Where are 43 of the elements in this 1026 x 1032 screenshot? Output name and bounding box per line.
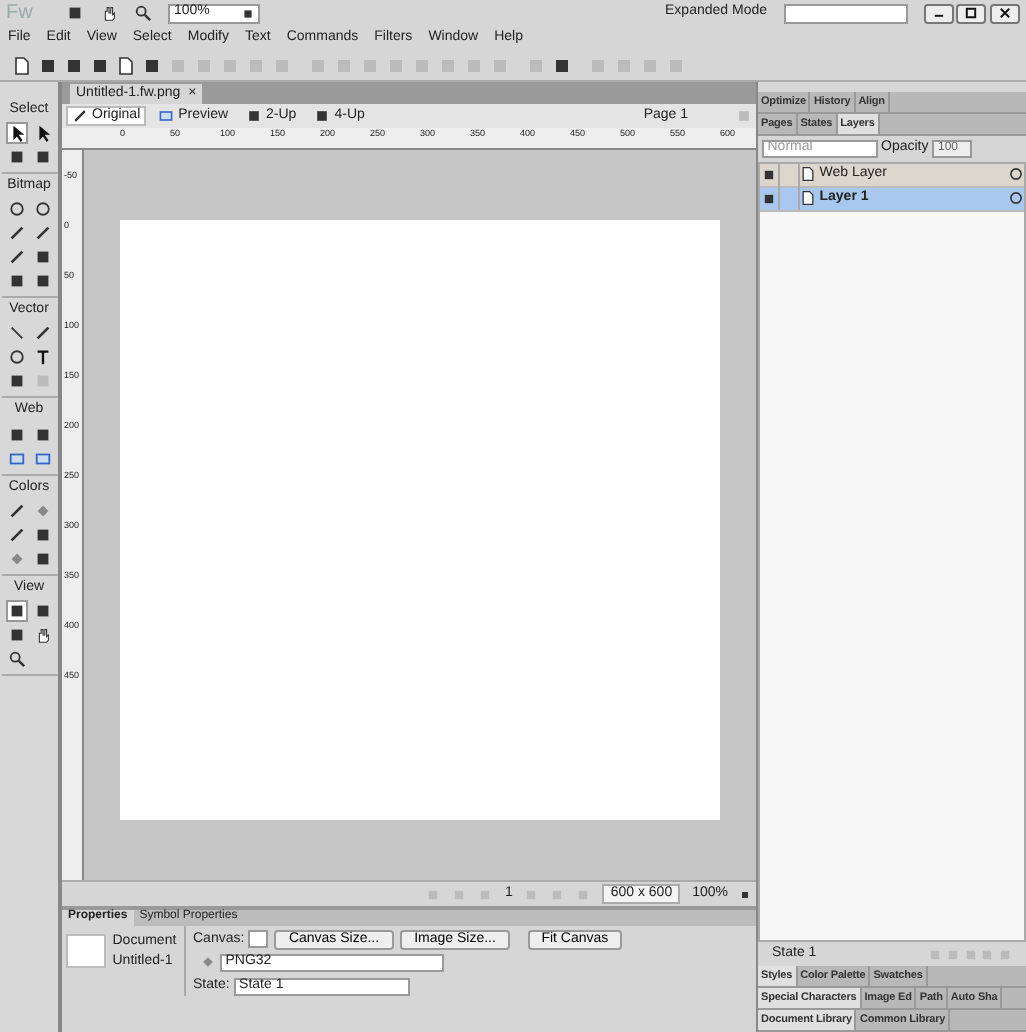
pen-icon[interactable]: [7, 501, 25, 520]
hand-icon[interactable]: [33, 625, 51, 644]
tool-icon[interactable]: [33, 272, 51, 291]
pen-icon[interactable]: [33, 324, 51, 343]
new-file-icon[interactable]: [12, 55, 32, 75]
canvas-color-swatch[interactable]: [247, 930, 268, 949]
text-tool-icon[interactable]: [33, 348, 51, 367]
document-thumbnail: [65, 933, 106, 967]
hand-icon[interactable]: [100, 4, 118, 22]
maximize-icon[interactable]: [956, 3, 987, 23]
tool-icon[interactable]: [33, 248, 51, 267]
tool-icon[interactable]: [33, 601, 51, 620]
tool-icon[interactable]: [7, 272, 25, 291]
lasso-icon[interactable]: [7, 348, 25, 367]
lasso-icon[interactable]: [33, 200, 51, 219]
lasso-icon[interactable]: [7, 200, 25, 219]
tool-icon[interactable]: [7, 625, 25, 644]
minimize-icon[interactable]: [923, 3, 953, 23]
slice-icon[interactable]: [7, 449, 25, 468]
tool-icon[interactable]: [33, 148, 51, 167]
tool-icon[interactable]: [33, 525, 51, 544]
app-logo: Fw: [6, 1, 35, 25]
pointer-icon[interactable]: [33, 124, 51, 143]
pen-icon[interactable]: [7, 525, 25, 544]
tool-icon[interactable]: [7, 372, 25, 391]
tool-icon[interactable]: [33, 549, 51, 568]
slice-icon[interactable]: [33, 449, 51, 468]
close-icon[interactable]: [990, 3, 1020, 23]
pointer-icon[interactable]: [7, 124, 25, 143]
pen-icon[interactable]: [33, 224, 51, 243]
zoom-icon[interactable]: [7, 649, 25, 668]
tool-icon[interactable]: [7, 148, 25, 167]
export-icon[interactable]: [116, 55, 136, 75]
pen-icon[interactable]: [7, 224, 25, 243]
line-icon[interactable]: [7, 324, 25, 343]
tool-icon[interactable]: [33, 425, 51, 444]
pencil-icon: [72, 107, 88, 124]
tool-icon[interactable]: [7, 425, 25, 444]
image-icon: [158, 107, 175, 124]
zoom-icon[interactable]: [134, 4, 152, 22]
search-field[interactable]: [783, 3, 907, 23]
pen-icon[interactable]: [7, 248, 25, 267]
tool-icon[interactable]: [7, 601, 25, 620]
